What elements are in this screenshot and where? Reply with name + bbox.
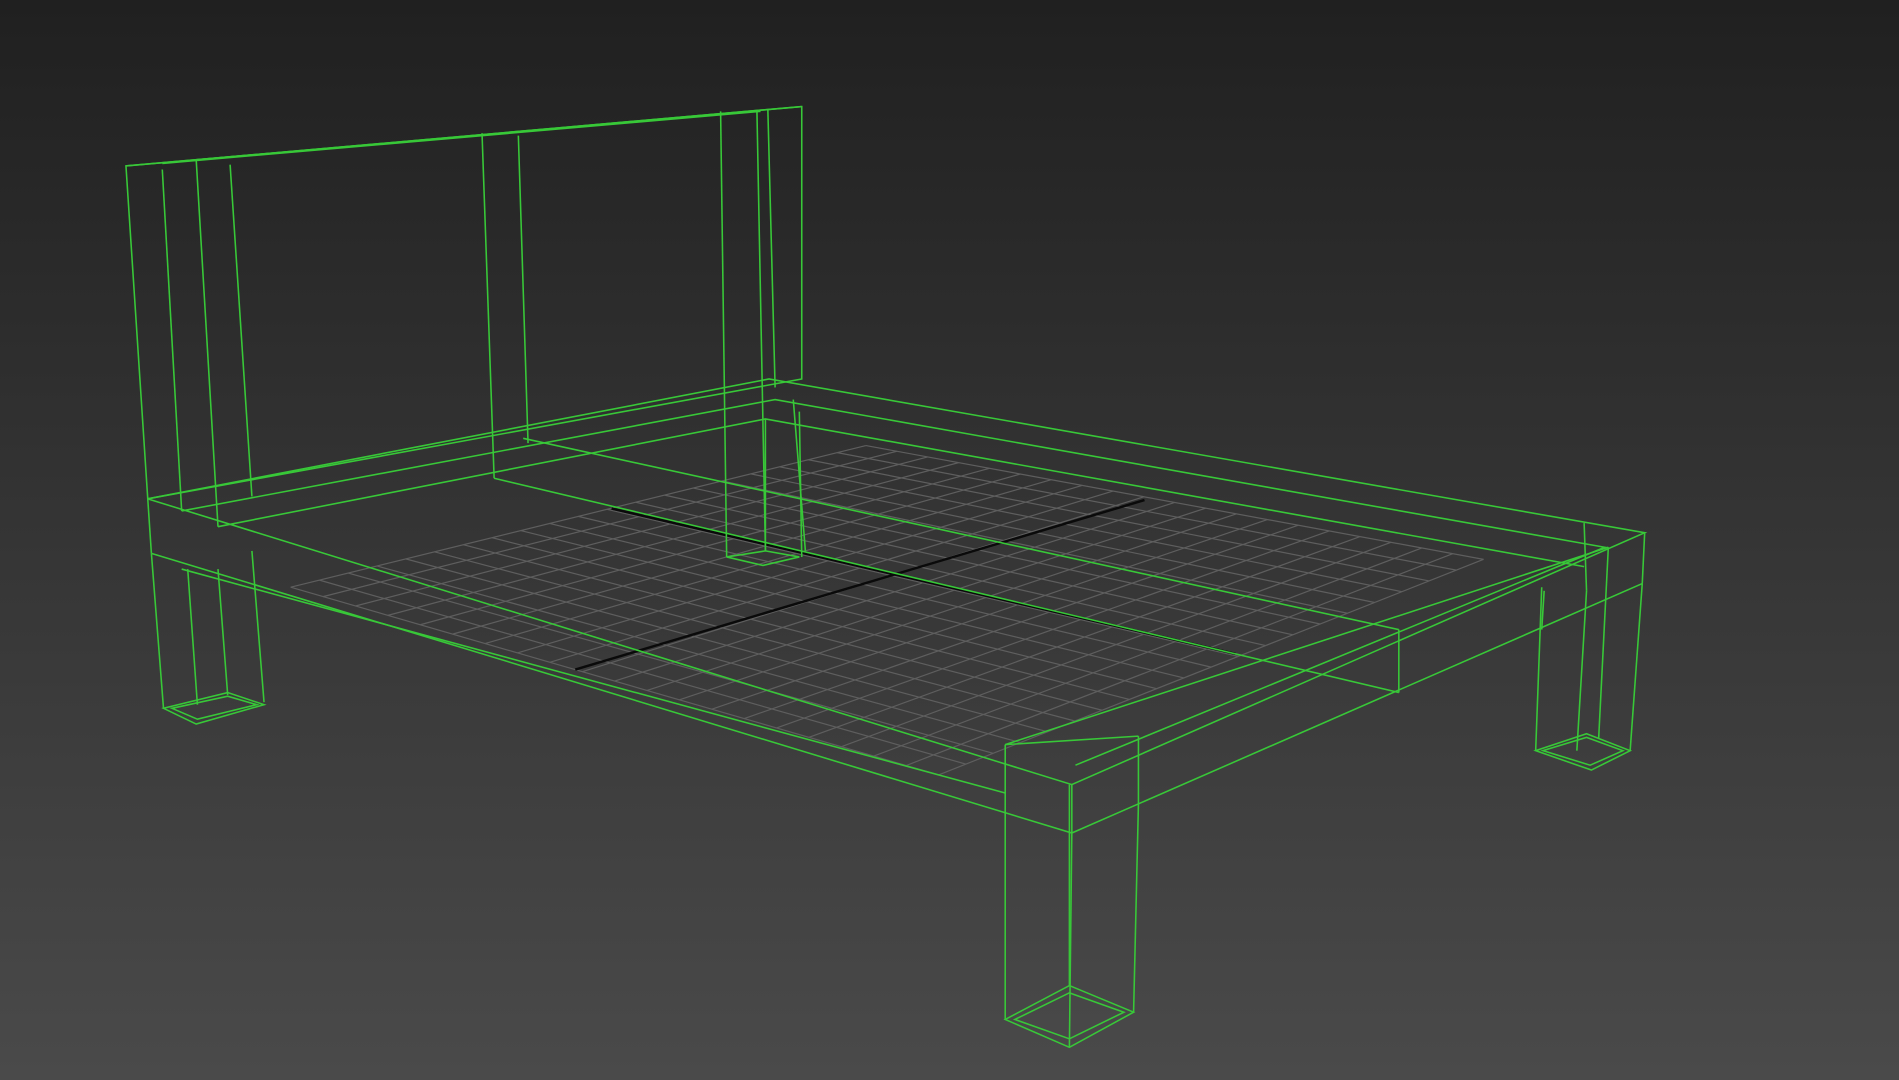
scene-view (125, 105, 1648, 1049)
home-grid (290, 444, 1484, 776)
grid-line (873, 547, 1423, 757)
headboard[interactable] (125, 105, 807, 567)
perspective-viewport[interactable] (0, 0, 1899, 1080)
grid-line (841, 541, 1392, 748)
leg-back-right[interactable] (1533, 547, 1644, 771)
grid-line (905, 553, 1453, 767)
grid-line (938, 558, 1484, 776)
bed-frame[interactable] (146, 378, 1648, 834)
